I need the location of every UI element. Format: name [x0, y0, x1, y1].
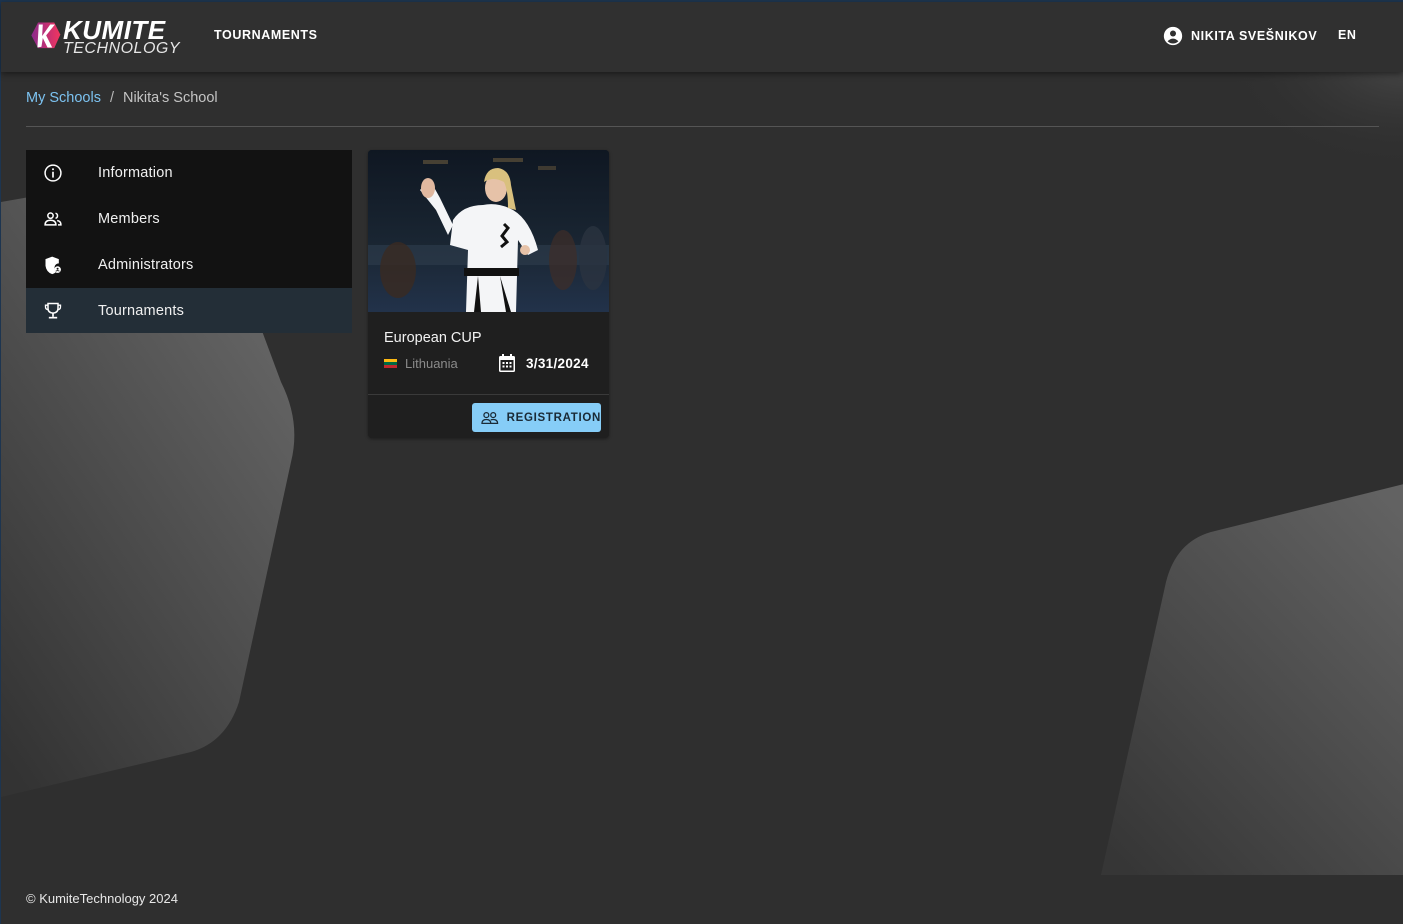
- user-name: NIKITA SVEŠNIKOV: [1191, 29, 1318, 43]
- account-circle-icon: [1163, 26, 1183, 46]
- sidebar-item-label: Members: [98, 211, 160, 227]
- members-icon: [43, 209, 63, 229]
- sidebar-item-tournaments[interactable]: Tournaments: [26, 288, 352, 333]
- trophy-icon: [43, 301, 63, 321]
- kumite-logo[interactable]: KUMITE TECHNOLOGY: [30, 12, 180, 60]
- sidebar-item-label: Information: [98, 165, 173, 181]
- info-icon: [43, 163, 63, 183]
- tournament-card[interactable]: European CUP Lithuania 3/31/2024 REGISTR…: [368, 150, 609, 438]
- top-app-bar: KUMITE TECHNOLOGY TOURNAMENTS NIKITA SVE…: [1, 2, 1403, 72]
- logo-subtitle: TECHNOLOGY: [62, 39, 180, 57]
- nav-tournaments[interactable]: TOURNAMENTS: [214, 28, 318, 42]
- tournament-image: [368, 150, 609, 312]
- sidebar-item-members[interactable]: Members: [26, 196, 352, 242]
- tournament-country: Lithuania: [405, 356, 458, 371]
- breadcrumb-separator: /: [109, 90, 114, 106]
- card-divider: [368, 394, 609, 395]
- footer-copyright: © KumiteTechnology 2024: [26, 891, 178, 906]
- breadcrumb-current-school: Nikita's School: [122, 90, 218, 106]
- group-icon: [481, 411, 499, 424]
- language-selector[interactable]: EN: [1338, 28, 1357, 42]
- sidebar-item-information[interactable]: Information: [26, 150, 352, 196]
- breadcrumb-divider: [26, 126, 1379, 127]
- breadcrumb: My Schools / Nikita's School: [26, 90, 218, 106]
- user-menu[interactable]: NIKITA SVEŠNIKOV: [1163, 26, 1317, 46]
- sidebar-item-label: Tournaments: [98, 302, 185, 319]
- admin-shield-icon: [43, 255, 63, 275]
- sidebar-item-label: Administrators: [98, 257, 194, 273]
- registration-button[interactable]: REGISTRATION: [472, 403, 601, 432]
- registration-label: REGISTRATION: [506, 411, 601, 424]
- calendar-icon: [499, 354, 515, 372]
- logo-title: KUMITE: [62, 14, 166, 45]
- kumite-logo-icon: [31, 22, 61, 49]
- background-decoration: [1, 62, 1403, 875]
- school-sidebar: Information Members Administrators Tourn…: [26, 150, 352, 333]
- tournament-title: European CUP: [384, 330, 482, 346]
- tournament-meta: Lithuania 3/31/2024: [384, 354, 594, 372]
- tournament-date: 3/31/2024: [526, 355, 589, 371]
- sidebar-item-administrators[interactable]: Administrators: [26, 242, 352, 288]
- breadcrumb-my-schools[interactable]: My Schools: [26, 90, 101, 106]
- lithuania-flag-icon: [384, 358, 397, 369]
